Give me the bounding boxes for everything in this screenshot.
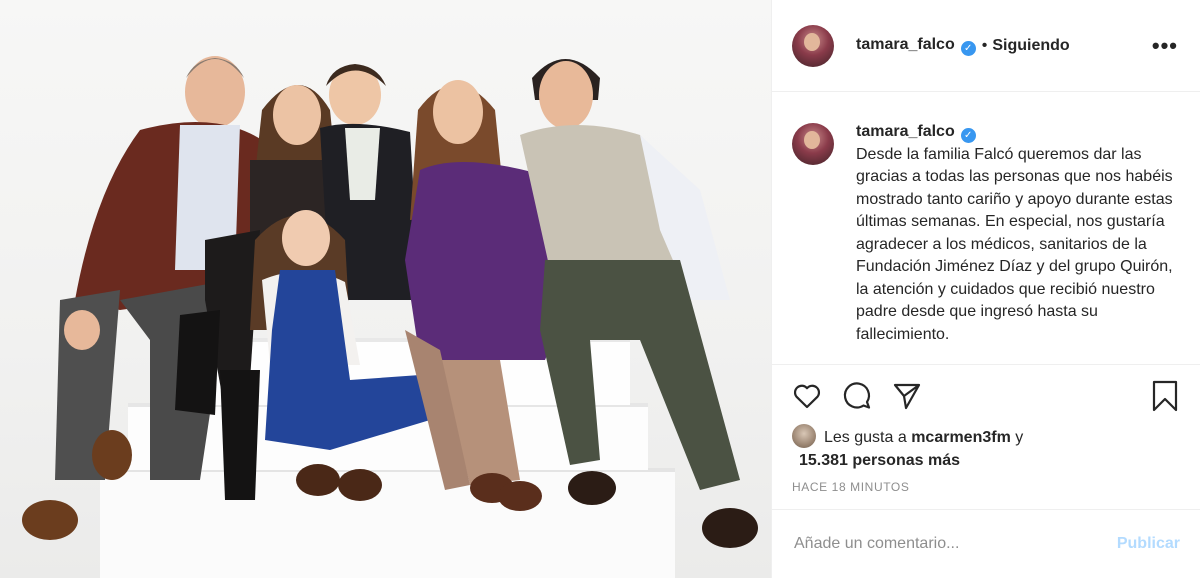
post-timestamp[interactable]: HACE 18 MINUTOS bbox=[792, 480, 909, 494]
comment-icon bbox=[843, 382, 871, 409]
heart-icon bbox=[793, 384, 821, 409]
post-header: tamara_falco ✓ • Siguiendo ••• bbox=[772, 0, 1200, 92]
more-options-icon[interactable]: ••• bbox=[1152, 34, 1178, 56]
family-photo-illustration bbox=[22, 56, 758, 578]
caption-text: Desde la familia Falcó queremos dar las … bbox=[856, 145, 1173, 343]
caption: tamara_falco ✓ Desde la familia Falcó que… bbox=[772, 93, 1200, 346]
instagram-post: tamara_falco ✓ • Siguiendo ••• tamara_fal… bbox=[0, 0, 1200, 578]
likes-joiner: y bbox=[1015, 429, 1024, 446]
following-button[interactable]: Siguiendo bbox=[992, 37, 1069, 55]
share-icon bbox=[893, 383, 921, 410]
caption-verified-icon: ✓ bbox=[960, 128, 976, 143]
caption-username[interactable]: tamara_falco bbox=[856, 123, 955, 140]
liker-avatar[interactable] bbox=[792, 424, 816, 448]
post-side-panel: tamara_falco ✓ • Siguiendo ••• tamara_fal… bbox=[771, 0, 1200, 578]
publish-button[interactable]: Publicar bbox=[1117, 535, 1180, 553]
comments-scroll-area[interactable]: tamara_falco ✓ Desde la familia Falcó que… bbox=[772, 93, 1200, 365]
liker-username[interactable]: mcarmen3fm bbox=[911, 429, 1011, 446]
comment-button[interactable] bbox=[840, 379, 874, 413]
post-photo[interactable] bbox=[0, 0, 771, 578]
likes-count-link[interactable]: 15.381 personas más bbox=[792, 452, 960, 469]
avatar[interactable] bbox=[792, 24, 834, 67]
bookmark-icon bbox=[1152, 380, 1178, 412]
comment-input[interactable] bbox=[792, 534, 1117, 554]
like-button[interactable] bbox=[790, 379, 824, 413]
likes-prefix: Les gusta a bbox=[824, 429, 907, 446]
action-bar bbox=[772, 366, 1200, 426]
verified-badge-icon: ✓ bbox=[960, 40, 976, 56]
header-separator: • bbox=[981, 36, 988, 54]
comment-form: Publicar bbox=[772, 509, 1200, 578]
caption-avatar[interactable] bbox=[792, 123, 834, 165]
caption-body: tamara_falco ✓ Desde la familia Falcó que… bbox=[856, 121, 1180, 346]
header-username[interactable]: tamara_falco ✓ bbox=[856, 36, 976, 56]
likes-summary: Les gusta a mcarmen3fm y 15.381 personas… bbox=[792, 424, 1182, 472]
share-button[interactable] bbox=[890, 379, 924, 413]
save-button[interactable] bbox=[1148, 379, 1182, 413]
header-username-text[interactable]: tamara_falco bbox=[856, 36, 955, 53]
